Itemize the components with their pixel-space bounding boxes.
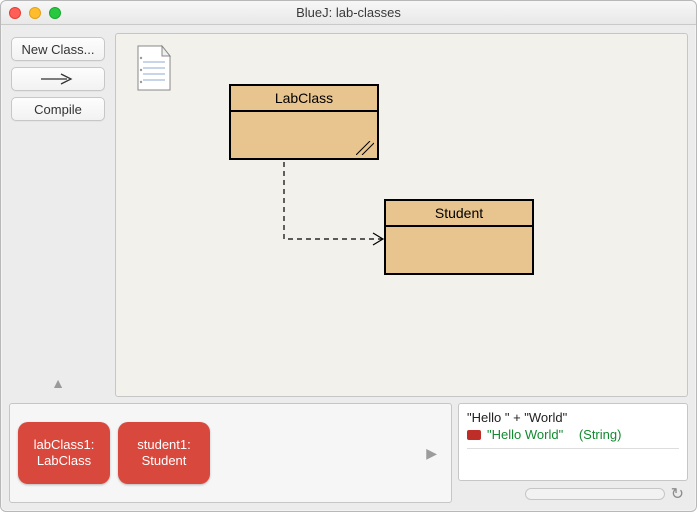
rerun-icon[interactable]: ↻ xyxy=(671,484,684,504)
object-result-icon[interactable] xyxy=(467,430,481,440)
compile-button[interactable]: Compile xyxy=(11,97,105,121)
object-student1[interactable]: student1: Student xyxy=(118,422,210,484)
upper-pane: New Class... Compile ▲ xyxy=(9,33,688,397)
codepad-panel: "Hello " + "World" "Hello World" (String… xyxy=(458,403,688,503)
object-bench[interactable]: labClass1: LabClass student1: Student ▶ xyxy=(9,403,452,503)
status-bar: ↻ xyxy=(458,485,688,503)
titlebar[interactable]: BlueJ: lab-classes xyxy=(1,1,696,25)
class-diagram-canvas[interactable]: LabClass Student xyxy=(115,33,688,397)
object-name: student1: xyxy=(137,437,191,453)
new-class-label: New Class... xyxy=(22,42,95,57)
content-area: New Class... Compile ▲ xyxy=(1,25,696,511)
sidebar: New Class... Compile ▲ xyxy=(9,33,107,397)
uncompiled-hatch-icon xyxy=(356,141,374,155)
codepad-divider xyxy=(467,448,679,449)
result-type: (String) xyxy=(579,427,622,442)
bench-expand-icon[interactable]: ▶ xyxy=(426,445,443,462)
class-labclass[interactable]: LabClass xyxy=(229,84,379,160)
result-value: "Hello World" xyxy=(487,427,563,442)
object-class: Student xyxy=(142,453,187,469)
new-class-button[interactable]: New Class... xyxy=(11,37,105,61)
arrow-icon xyxy=(39,73,77,85)
compile-label: Compile xyxy=(34,102,82,117)
object-name: labClass1: xyxy=(34,437,95,453)
window-title: BlueJ: lab-classes xyxy=(1,5,696,20)
lower-pane: labClass1: LabClass student1: Student ▶ … xyxy=(9,403,688,503)
main-window: BlueJ: lab-classes New Class... Compile … xyxy=(0,0,697,512)
object-class: LabClass xyxy=(37,453,91,469)
class-name-label: Student xyxy=(386,201,532,227)
object-labclass1[interactable]: labClass1: LabClass xyxy=(18,422,110,484)
inheritance-arrow-button[interactable] xyxy=(11,67,105,91)
codepad-result: "Hello World" (String) xyxy=(467,427,679,442)
progress-bar xyxy=(525,488,665,500)
collapse-sidebar-icon[interactable]: ▲ xyxy=(51,375,65,391)
codepad-expression: "Hello " + "World" xyxy=(467,410,679,425)
class-student[interactable]: Student xyxy=(384,199,534,275)
codepad[interactable]: "Hello " + "World" "Hello World" (String… xyxy=(458,403,688,481)
class-name-label: LabClass xyxy=(231,86,377,112)
